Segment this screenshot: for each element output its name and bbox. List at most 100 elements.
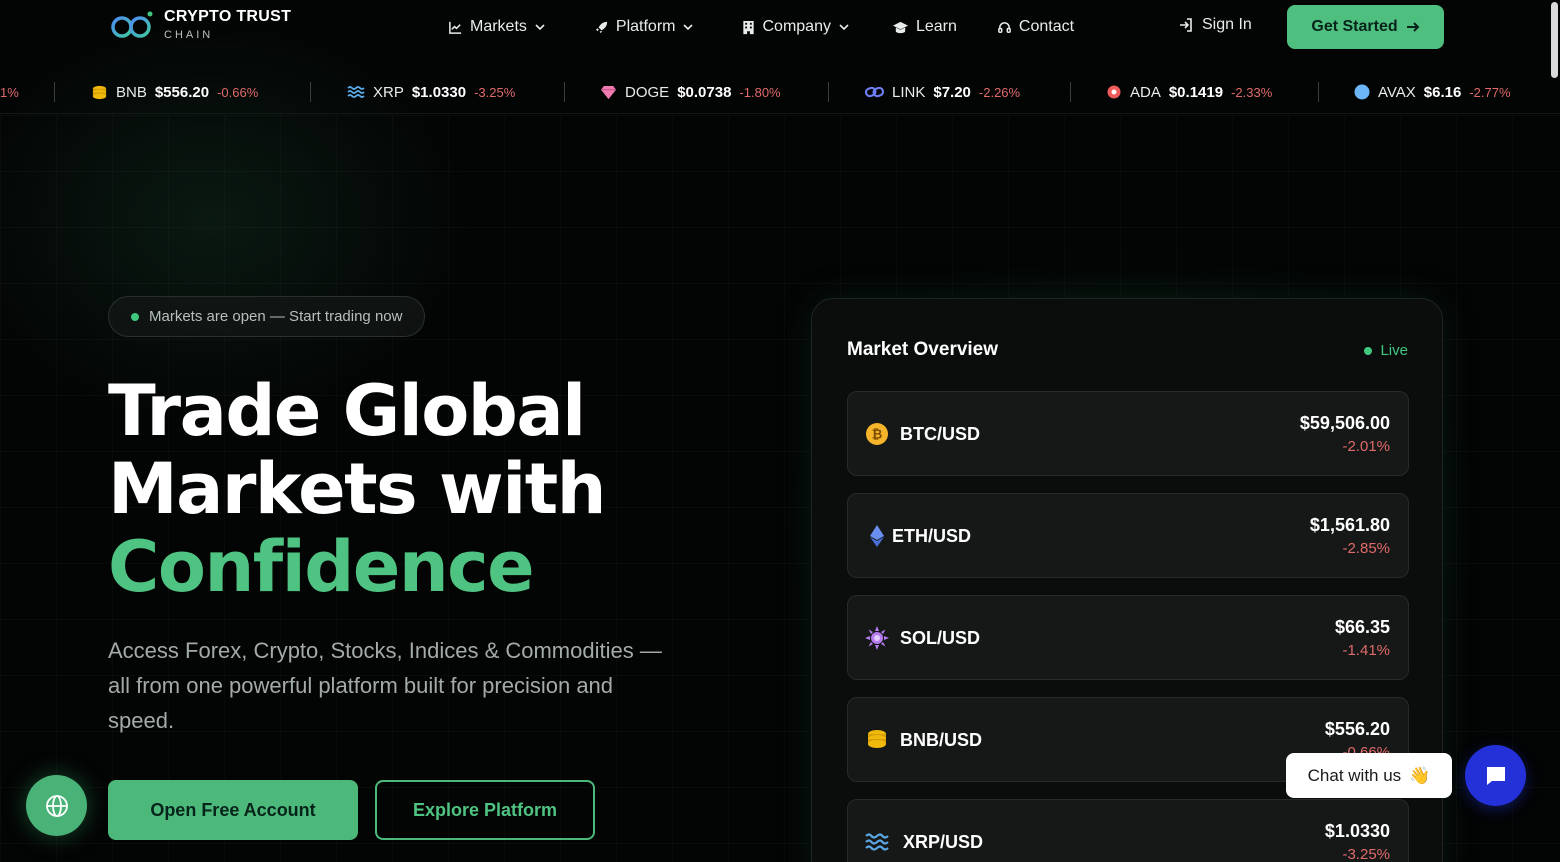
market-pair: BNB/USD <box>900 730 983 750</box>
chevron-down-icon <box>839 24 849 31</box>
coins-icon <box>92 85 107 99</box>
logo[interactable]: CRYPTO TRUST CHAIN <box>110 8 291 42</box>
open-free-account-button[interactable]: Open Free Account <box>108 780 358 840</box>
nav-learn[interactable]: Learn <box>892 16 957 38</box>
ticker-change: -2.33% <box>1231 84 1273 100</box>
chat-prompt-bubble[interactable]: Chat with us 👋 <box>1286 753 1452 798</box>
hero-title-accent: Confidence <box>108 526 535 608</box>
coins-icon <box>868 730 886 748</box>
ticker-partial: 1% <box>0 70 19 114</box>
globe-icon <box>45 794 68 817</box>
nav-company[interactable]: Company <box>742 16 849 38</box>
ticker-item-avax[interactable]: AVAX $6.16 -2.77% <box>1354 70 1511 114</box>
waving-hand-icon: 👋 <box>1409 765 1431 785</box>
language-button[interactable] <box>26 775 87 836</box>
ticker-price: $7.20 <box>933 83 971 101</box>
ticker-symbol: DOGE <box>625 83 670 101</box>
waves-icon <box>865 833 889 851</box>
ticker-change: -2.77% <box>1469 84 1511 100</box>
circle-icon <box>1354 84 1370 100</box>
market-change: -1.41% <box>1342 642 1390 659</box>
ticker-item-bnb[interactable]: BNB $556.20 -0.66% <box>91 70 258 114</box>
chat-prompt-text: Chat with us <box>1307 765 1402 785</box>
get-started-label: Get Started <box>1311 18 1398 35</box>
live-dot-icon <box>1364 346 1373 355</box>
ticker-change: -2.26% <box>978 84 1021 100</box>
ticker-item-link[interactable]: LINK $7.20 -2.26% <box>865 70 1020 114</box>
ticker-divider <box>1070 82 1071 102</box>
chevron-down-icon <box>535 24 545 31</box>
market-price: $59,506.00 <box>1299 413 1390 433</box>
ticker-divider <box>310 82 311 102</box>
get-started-button[interactable]: Get Started <box>1287 5 1444 49</box>
ticker-item-ada[interactable]: ADA $0.1419 -2.33% <box>1106 70 1272 114</box>
chevron-down-icon <box>683 24 694 31</box>
ticker-divider <box>54 82 55 102</box>
explore-platform-button[interactable]: Explore Platform <box>375 780 595 840</box>
ticker-divider <box>828 82 829 102</box>
market-price: $556.20 <box>1324 719 1390 739</box>
ticker-symbol: BNB <box>116 83 147 101</box>
nav-company-label: Company <box>762 18 831 35</box>
sign-in-label: Sign In <box>1202 16 1252 33</box>
building-icon <box>743 20 755 34</box>
nav-markets-label: Markets <box>470 18 527 35</box>
market-price: $1,561.80 <box>1309 515 1390 535</box>
ticker-price: $6.16 <box>1423 83 1462 101</box>
site-header: CRYPTO TRUST CHAIN Markets Platform Comp… <box>0 0 1560 54</box>
chart-line-icon <box>449 21 462 34</box>
ticker-symbol: LINK <box>892 83 926 101</box>
ticker-divider <box>1318 82 1319 102</box>
gem-icon <box>601 85 616 99</box>
graduation-cap-icon <box>892 21 908 33</box>
link-icon <box>865 86 884 98</box>
ticker-symbol: ADA <box>1130 83 1161 101</box>
ticker-item-doge[interactable]: DOGE $0.0738 -1.80% <box>600 70 781 114</box>
ticker-price: $1.0330 <box>411 83 467 101</box>
ticker-change: -3.25% <box>474 84 516 100</box>
sign-in-icon <box>1180 18 1192 32</box>
sign-in-link[interactable]: Sign In <box>1178 16 1252 34</box>
brand-subtitle: CHAIN <box>164 29 214 41</box>
market-row-sol[interactable]: SOL/USD $66.35 -1.41% <box>847 595 1409 680</box>
scrollbar-thumb[interactable] <box>1551 2 1558 78</box>
hero-description: Access Forex, Crypto, Stocks, Indices & … <box>108 638 662 733</box>
market-row-btc[interactable]: ₿ BTC/USD $59,506.00 -2.01% <box>847 391 1409 476</box>
nav-contact-label: Contact <box>1018 18 1075 35</box>
market-status-badge: Markets are open — Start trading now <box>108 296 426 337</box>
ticker-partial-change: 1% <box>0 84 19 100</box>
hero-title-line1: Trade Global <box>108 370 586 452</box>
price-ticker: 1% BNB $556.20 -0.66% XRP $1.0330 -3.25%… <box>0 70 1560 114</box>
market-pair: BTC/USD <box>900 424 980 444</box>
nav-contact[interactable]: Contact <box>997 16 1074 38</box>
bitcoin-icon: ₿ <box>866 423 888 445</box>
hero-title-line2: Markets with <box>108 448 607 530</box>
market-overview-title: Market Overview <box>847 339 999 360</box>
waves-icon <box>347 86 365 98</box>
market-row-xrp[interactable]: XRP/USD $1.0330 -3.25% <box>847 799 1409 862</box>
nav-platform-label: Platform <box>615 18 676 35</box>
status-dot-icon <box>131 312 139 321</box>
market-change: -3.25% <box>1342 846 1390 862</box>
hero-title: Trade Global Markets with Confidence <box>108 370 607 608</box>
ticker-symbol: AVAX <box>1378 83 1416 101</box>
rocket-icon <box>595 21 608 33</box>
ring-icon <box>1107 85 1121 99</box>
svg-text:₿: ₿ <box>872 428 883 443</box>
ticker-symbol: XRP <box>373 83 404 101</box>
infinity-logo-icon <box>111 11 153 38</box>
ticker-divider <box>564 82 565 102</box>
ticker-item-xrp[interactable]: XRP $1.0330 -3.25% <box>347 70 515 114</box>
nav-markets[interactable]: Markets <box>448 16 546 38</box>
market-row-eth[interactable]: ETH/USD $1,561.80 -2.85% <box>847 493 1409 578</box>
chat-button[interactable] <box>1465 745 1526 806</box>
market-pair: XRP/USD <box>903 832 984 852</box>
ticker-change: -1.80% <box>739 84 781 100</box>
ticker-price: $0.0738 <box>677 83 732 101</box>
headset-icon <box>998 21 1011 33</box>
main-nav: Markets Platform Company Learn Contact <box>448 16 1074 38</box>
chat-bubble-icon <box>1486 766 1505 785</box>
ethereum-icon <box>870 525 884 547</box>
nav-platform[interactable]: Platform <box>594 16 695 38</box>
ticker-change: -0.66% <box>217 84 259 100</box>
